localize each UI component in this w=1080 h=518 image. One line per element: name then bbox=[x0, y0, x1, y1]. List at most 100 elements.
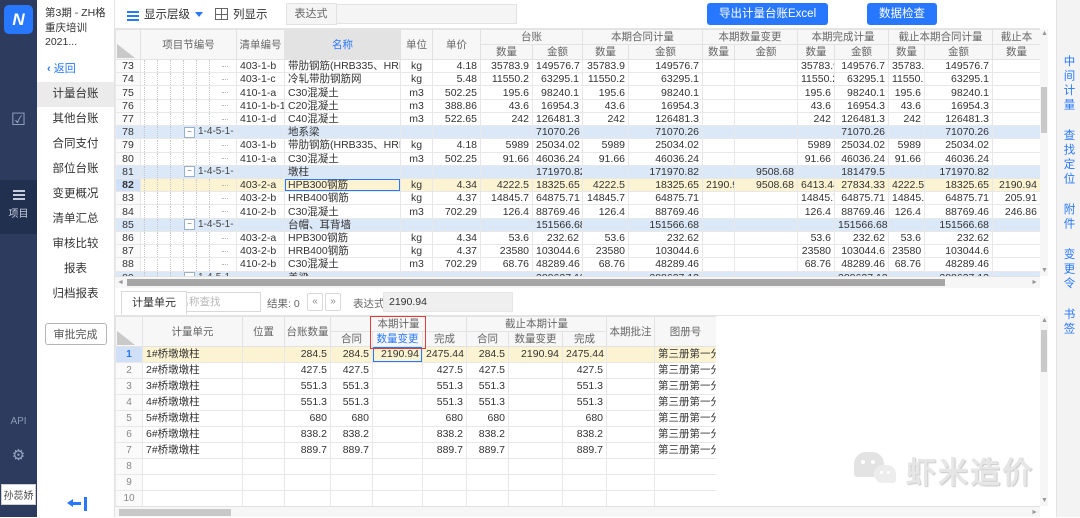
cell-todate-contract-amt[interactable]: 46036.24 bbox=[925, 152, 993, 165]
sub-amt[interactable]: 金额 bbox=[925, 45, 993, 60]
row-number[interactable]: 83 bbox=[116, 192, 141, 205]
cell-period-done-qty[interactable]: 5989 bbox=[798, 139, 835, 152]
cell-todate-change-qty[interactable] bbox=[993, 139, 1041, 152]
sidebar-item[interactable]: 部位台账 bbox=[37, 157, 114, 182]
cell-todate-contract[interactable]: 838.2 bbox=[467, 427, 509, 443]
sub-qty-change[interactable]: 数量变更 bbox=[509, 332, 563, 347]
cell-note[interactable] bbox=[607, 427, 655, 443]
cell-todate-change-qty[interactable] bbox=[993, 126, 1041, 139]
cell-todate-contract-amt[interactable]: 48289.46 bbox=[925, 258, 993, 271]
cell-name[interactable]: C30混凝土 bbox=[285, 86, 401, 99]
cell-book-no[interactable]: 第三册第一分册 bbox=[655, 427, 716, 443]
row-number[interactable]: 84 bbox=[116, 205, 141, 218]
cell-period-contract-qty[interactable]: 4222.5 bbox=[583, 178, 629, 191]
cell-period-change-amt[interactable] bbox=[735, 139, 798, 152]
cell-period-change-amt[interactable] bbox=[735, 218, 798, 231]
cell-period-change-amt[interactable] bbox=[735, 126, 798, 139]
cell-period-done-amt[interactable]: 48289.46 bbox=[835, 258, 889, 271]
cell-price[interactable] bbox=[433, 165, 481, 178]
cell-todate-done[interactable] bbox=[563, 475, 607, 491]
cell-ledger-qty[interactable]: 242 bbox=[481, 112, 533, 125]
cell-ledger-amt[interactable]: 171970.82 bbox=[533, 165, 583, 178]
sidebar-item[interactable]: 审核比较 bbox=[37, 232, 114, 257]
cell-period-done-amt[interactable]: 98240.1 bbox=[835, 86, 889, 99]
back-link[interactable]: 返回 bbox=[37, 52, 114, 82]
cell-price[interactable]: 522.65 bbox=[433, 112, 481, 125]
cell-todate-contract-amt[interactable]: 171970.82 bbox=[925, 165, 993, 178]
cell-unit[interactable]: m3 bbox=[401, 112, 433, 125]
main-vscroll-thumb[interactable] bbox=[1041, 87, 1047, 133]
sub-done[interactable]: 完成 bbox=[423, 332, 467, 347]
cell-todate-qty-change[interactable] bbox=[509, 379, 563, 395]
collapse-icon[interactable]: − bbox=[184, 219, 195, 230]
cell-period-done-qty[interactable]: 91.66 bbox=[798, 152, 835, 165]
cell-position[interactable] bbox=[243, 363, 285, 379]
cell-period-done[interactable] bbox=[423, 459, 467, 475]
scroll-up-icon[interactable]: ▲ bbox=[1041, 316, 1048, 326]
row-number[interactable]: 85 bbox=[116, 218, 141, 231]
cell-note[interactable] bbox=[607, 475, 655, 491]
cell-period-contract[interactable]: 551.3 bbox=[331, 379, 373, 395]
cell-name[interactable]: 墩柱 bbox=[285, 165, 401, 178]
cell-period-change-qty[interactable] bbox=[703, 258, 735, 271]
cell-unit[interactable]: kg bbox=[401, 178, 433, 191]
cell-position[interactable] bbox=[243, 443, 285, 459]
cell-period-qty-change[interactable] bbox=[373, 475, 423, 491]
cell-todate-change-qty[interactable] bbox=[993, 258, 1041, 271]
cell-ledger-qty[interactable] bbox=[481, 126, 533, 139]
cell-book-no[interactable]: 第三册第一分册 bbox=[655, 379, 716, 395]
cell-position[interactable] bbox=[243, 379, 285, 395]
right-tab[interactable]: 查找定位 bbox=[1061, 129, 1077, 187]
cell-ledger-amt[interactable]: 25034.02 bbox=[533, 139, 583, 152]
cell-todate-contract-qty[interactable]: 91.66 bbox=[889, 152, 925, 165]
header-position[interactable]: 位置 bbox=[243, 317, 285, 347]
cell-todate-qty-change[interactable] bbox=[509, 411, 563, 427]
cell-period-done-qty[interactable] bbox=[798, 165, 835, 178]
cell-period-change-amt[interactable] bbox=[735, 86, 798, 99]
cell-name[interactable]: HPB300钢筋 bbox=[285, 178, 401, 191]
cell-todate-qty-change[interactable] bbox=[509, 459, 563, 475]
cell-period-change-qty[interactable] bbox=[703, 73, 735, 86]
panel-expression-input[interactable] bbox=[383, 292, 513, 312]
select-all-corner[interactable] bbox=[116, 30, 141, 60]
sidebar-item[interactable]: 合同支付 bbox=[37, 132, 114, 157]
sub-done[interactable]: 完成 bbox=[563, 332, 607, 347]
cell-todate-change-qty[interactable]: 2190.94 bbox=[993, 178, 1041, 191]
collapse-icon[interactable]: − bbox=[184, 166, 195, 177]
cell-ledger-amt[interactable]: 64875.71 bbox=[533, 192, 583, 205]
tree-cell[interactable] bbox=[141, 112, 237, 125]
cell-period-qty-change[interactable] bbox=[373, 443, 423, 459]
cell-unit[interactable]: kg bbox=[401, 139, 433, 152]
cell-period-contract-qty[interactable]: 242 bbox=[583, 112, 629, 125]
header-unit-name[interactable]: 计量单元 bbox=[143, 317, 243, 347]
cell-ledger-amt[interactable]: 103044.6 bbox=[533, 245, 583, 258]
cell-period-contract-amt[interactable]: 103044.6 bbox=[629, 245, 703, 258]
cell-ledger-amt[interactable]: 46036.24 bbox=[533, 152, 583, 165]
cell-unit[interactable]: m3 bbox=[401, 205, 433, 218]
cell-todate-contract-amt[interactable]: 63295.1 bbox=[925, 73, 993, 86]
cell-todate-contract-amt[interactable]: 151566.68 bbox=[925, 218, 993, 231]
sub-qty-change[interactable]: 数量变更 bbox=[373, 332, 423, 347]
group-period[interactable]: 本期计量 bbox=[331, 317, 467, 332]
cell-todate-contract-qty[interactable] bbox=[889, 218, 925, 231]
cell-unit-name[interactable]: 7#桥墩墩柱 bbox=[143, 443, 243, 459]
cell-period-change-qty[interactable] bbox=[703, 192, 735, 205]
row-number[interactable]: 74 bbox=[116, 73, 141, 86]
cell-todate-contract[interactable]: 889.7 bbox=[467, 443, 509, 459]
cell-period-change-qty[interactable]: 2190.94 bbox=[703, 178, 735, 191]
cell-period-qty-change[interactable] bbox=[373, 427, 423, 443]
sub-qty[interactable]: 数量 bbox=[993, 45, 1041, 60]
sub-contract[interactable]: 合同 bbox=[467, 332, 509, 347]
cell-period-done-amt[interactable]: 16954.3 bbox=[835, 99, 889, 112]
cell-period-contract-amt[interactable]: 171970.82 bbox=[629, 165, 703, 178]
row-number[interactable]: 73 bbox=[116, 60, 141, 73]
cell-period-contract[interactable] bbox=[331, 459, 373, 475]
cell-period-done-qty[interactable]: 11550.2 bbox=[798, 73, 835, 86]
cell-todate-done[interactable]: 427.5 bbox=[563, 363, 607, 379]
cell-ledger-amt[interactable]: 88769.46 bbox=[533, 205, 583, 218]
cell-period-done-qty[interactable]: 35783.9 bbox=[798, 60, 835, 73]
cell-period-change-qty[interactable] bbox=[703, 86, 735, 99]
cell-ledger-qty[interactable] bbox=[285, 475, 331, 491]
header-note[interactable]: 本期批注 bbox=[607, 317, 655, 347]
cell-unit-name[interactable]: 4#桥墩墩柱 bbox=[143, 395, 243, 411]
